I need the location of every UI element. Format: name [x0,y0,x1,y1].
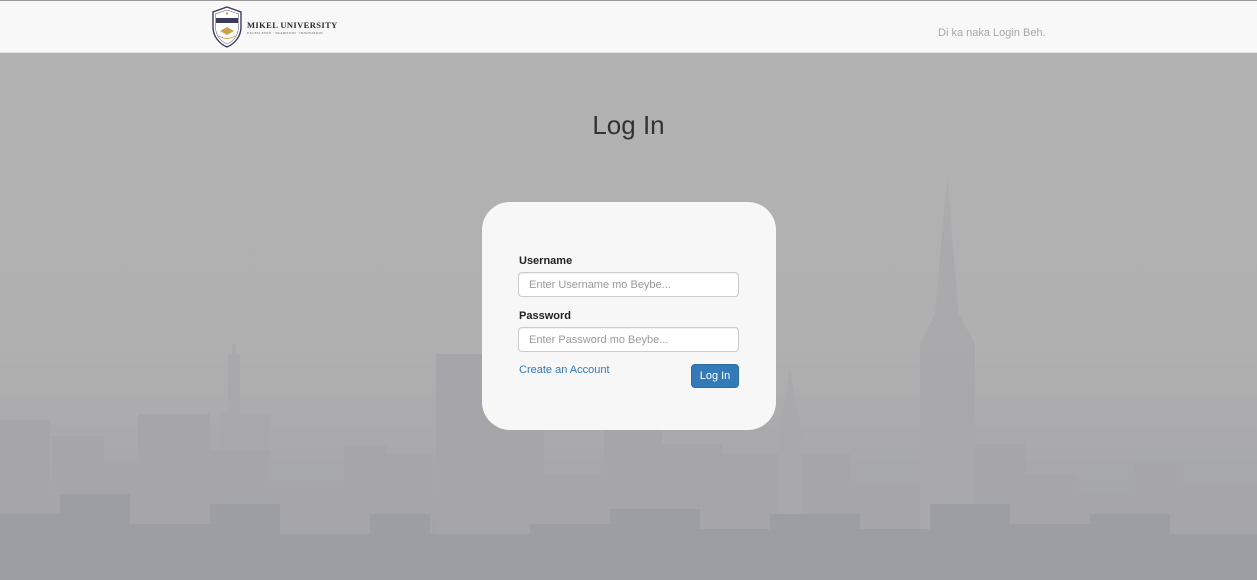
login-button[interactable]: Log In [691,364,739,388]
password-label: Password [519,310,571,322]
password-input[interactable] [518,327,739,352]
username-input[interactable] [518,272,739,297]
top-navbar: MIKEL UNIVERSITY EXCELLENCE · TRADITION … [0,0,1257,53]
login-card: Username Password Create an Account Log … [482,202,776,430]
brand-tagline: EXCELLENCE · TRADITION · INNOVATION [247,30,323,35]
brand-name: MIKEL UNIVERSITY [247,19,338,30]
university-crest-logo [212,6,242,48]
brand[interactable]: MIKEL UNIVERSITY EXCELLENCE · TRADITION … [210,5,338,49]
page-title: Log In [592,110,665,140]
username-label: Username [519,255,573,267]
create-account-link[interactable]: Create an Account [519,364,610,376]
login-status-text: Di ka naka Login Beh. [938,27,1046,39]
